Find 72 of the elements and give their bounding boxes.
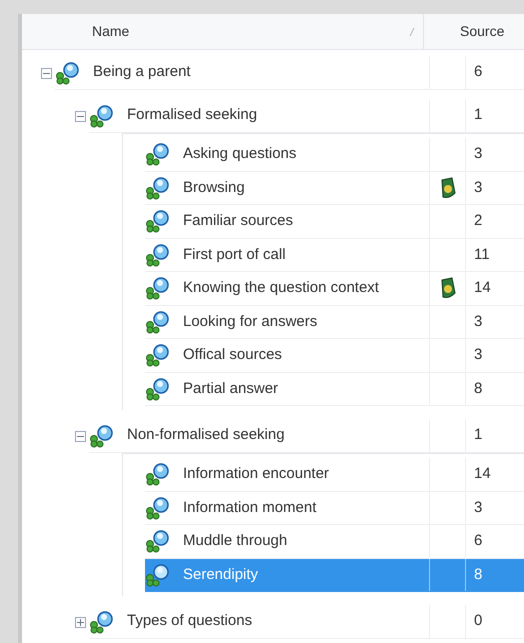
sources-count: 1 bbox=[465, 419, 524, 452]
node-name: Knowing the question context bbox=[182, 278, 380, 298]
sources-count: 8 bbox=[465, 558, 524, 591]
tree-row[interactable]: Formalised seeking 1 bbox=[89, 99, 524, 133]
node-icon bbox=[145, 310, 171, 334]
tree-row[interactable]: Non-formalised seeking 1 bbox=[89, 419, 524, 453]
column-heading[interactable]: Name bbox=[22, 14, 424, 49]
collapse-toggle[interactable] bbox=[74, 110, 86, 122]
node-name: Types of questions bbox=[126, 611, 254, 632]
node-name: First port of call bbox=[182, 244, 287, 264]
tree-row[interactable]: Types of questions 0 bbox=[89, 605, 524, 639]
node-icon bbox=[89, 610, 115, 634]
tree-row[interactable]: Offical sources 3 bbox=[145, 339, 524, 372]
tree-row[interactable]: Information encounter 14 bbox=[145, 458, 524, 492]
node-icon bbox=[89, 104, 115, 128]
node-icon bbox=[145, 462, 171, 486]
sources-count: 14 bbox=[465, 458, 524, 490]
node-name: Familiar sources bbox=[182, 211, 294, 231]
sources-count: 2 bbox=[465, 205, 524, 238]
node-icon bbox=[145, 176, 171, 200]
tree-row[interactable]: First port of call 11 bbox=[145, 238, 524, 272]
node-name: Browsing bbox=[182, 178, 246, 198]
node-name: Serendipity bbox=[182, 564, 260, 584]
collapse-toggle[interactable] bbox=[40, 68, 52, 78]
sources-count: 3 bbox=[465, 306, 524, 338]
sources-count: 11 bbox=[465, 238, 524, 271]
node-name: Information moment bbox=[182, 498, 318, 518]
node-icon bbox=[89, 424, 115, 448]
sources-count: 14 bbox=[465, 272, 524, 304]
node-icon bbox=[145, 496, 171, 520]
node-icon bbox=[145, 529, 171, 554]
tree-row[interactable]: Asking questions 3 bbox=[145, 138, 524, 172]
node-name: Asking questions bbox=[182, 144, 298, 164]
node-icon bbox=[145, 242, 171, 267]
sources-count: 1 bbox=[465, 99, 524, 132]
tree-row[interactable]: Muddle through 6 bbox=[145, 525, 524, 558]
memo-icon bbox=[438, 277, 456, 300]
node-icon bbox=[145, 376, 171, 401]
sources-count: 3 bbox=[465, 172, 524, 204]
node-name: Offical sources bbox=[182, 345, 283, 365]
tree-row[interactable]: Browsing 3 bbox=[145, 172, 524, 205]
tree-row[interactable]: Looking for answers 3 bbox=[145, 306, 524, 339]
sources-count: 8 bbox=[465, 372, 524, 405]
node-name: Non-formalised seeking bbox=[126, 425, 286, 446]
node-name: Partial answer bbox=[182, 378, 280, 398]
node-name: Looking for answers bbox=[182, 312, 318, 332]
sources-count: 0 bbox=[465, 605, 524, 638]
tree-row[interactable]: Familiar sources 2 bbox=[145, 205, 524, 238]
tree-row[interactable]: Information moment 3 bbox=[145, 492, 524, 525]
node-name: Being a parent bbox=[92, 62, 192, 82]
tree-row[interactable]: Partial answer 8 bbox=[145, 372, 524, 406]
node-icon bbox=[145, 343, 171, 368]
node-icon bbox=[55, 60, 81, 84]
tree-row[interactable]: Being a parent 6 bbox=[55, 56, 524, 90]
sources-count: 6 bbox=[465, 56, 524, 89]
collapse-toggle[interactable] bbox=[74, 430, 86, 442]
node-icon bbox=[145, 209, 171, 234]
node-name: Information encounter bbox=[182, 464, 330, 484]
sources-count: 3 bbox=[465, 138, 524, 170]
node-icon bbox=[145, 142, 171, 166]
sources-count: 6 bbox=[465, 525, 524, 558]
node-icon bbox=[145, 562, 171, 587]
column-heading[interactable]: Source bbox=[424, 21, 504, 42]
node-icon bbox=[145, 276, 171, 300]
node-name: Formalised seeking bbox=[126, 105, 258, 126]
plus-icon bbox=[76, 618, 84, 626]
tree-row[interactable]: Knowing the question context 14 bbox=[145, 272, 524, 306]
sources-count: 3 bbox=[465, 492, 524, 524]
sources-count: 3 bbox=[465, 339, 524, 372]
node-name: Muddle through bbox=[182, 531, 288, 551]
expand-toggle[interactable] bbox=[74, 616, 86, 628]
memo-icon bbox=[438, 176, 456, 199]
